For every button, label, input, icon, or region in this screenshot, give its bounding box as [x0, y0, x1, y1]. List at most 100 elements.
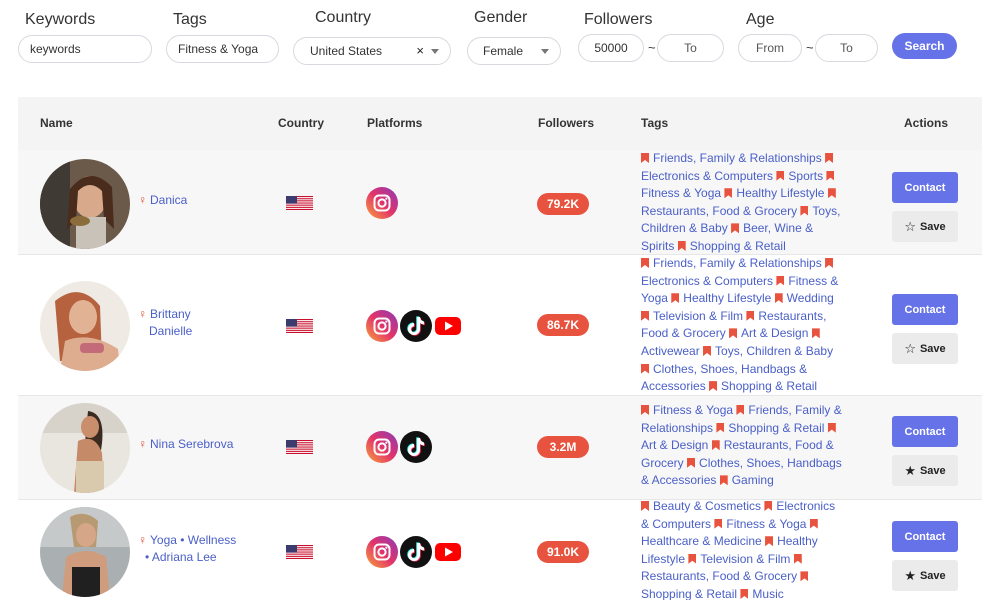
- header-followers: Followers: [538, 116, 595, 130]
- tiktok-icon[interactable]: [400, 536, 432, 568]
- star-filled-icon: ★: [904, 463, 916, 478]
- tiktok-icon[interactable]: [400, 310, 432, 342]
- female-icon: ♀: [138, 533, 147, 547]
- contact-button[interactable]: Contact: [892, 416, 958, 447]
- age-from-placeholder: From: [756, 41, 784, 55]
- us-flag-icon: [286, 319, 313, 333]
- tag-link[interactable]: Wedding: [774, 291, 834, 305]
- instagram-icon[interactable]: [366, 310, 398, 342]
- age-to-placeholder: To: [840, 41, 853, 55]
- avatar[interactable]: [40, 403, 130, 493]
- female-icon: ♀: [138, 193, 147, 207]
- followers-range-separator: ~: [648, 40, 656, 55]
- tag-link[interactable]: Shopping & Retail: [709, 379, 817, 393]
- tag-link[interactable]: Healthy Lifestyle: [671, 291, 771, 305]
- followers-to-input[interactable]: To: [657, 34, 724, 62]
- bookmark-icon: [729, 328, 738, 339]
- table-row: ♀ Brittany Danielle 86.7K Friends, Family…: [18, 255, 982, 396]
- influencer-name[interactable]: ♀ Brittany Danielle: [138, 306, 192, 340]
- chevron-down-icon: [431, 49, 439, 54]
- tags-input-value: Fitness & Yoga: [178, 42, 259, 56]
- contact-button[interactable]: Contact: [892, 294, 958, 325]
- tag-link[interactable]: Healthy Lifestyle: [724, 186, 824, 200]
- bookmark-icon: [703, 345, 712, 356]
- avatar[interactable]: [40, 507, 130, 597]
- gender-label: Gender: [474, 9, 528, 26]
- followers-from-input[interactable]: 50000: [578, 34, 644, 62]
- influencer-name[interactable]: ♀ Yoga • Wellness • Adriana Lee: [138, 532, 236, 566]
- instagram-icon[interactable]: [366, 431, 398, 463]
- followers-label: Followers: [584, 11, 653, 28]
- tag-link[interactable]: Art & Design: [729, 326, 808, 340]
- contact-button[interactable]: Contact: [892, 521, 958, 552]
- tag-link[interactable]: Toys, Children & Baby: [703, 344, 833, 358]
- bookmark-icon: [714, 518, 723, 529]
- save-button[interactable]: ☆ Save: [892, 333, 958, 364]
- age-from-input[interactable]: From: [738, 34, 802, 62]
- tag-link[interactable]: Fitness & Yoga: [714, 517, 806, 531]
- keywords-input-value: keywords: [30, 42, 81, 56]
- bookmark-icon: [687, 457, 696, 468]
- bookmark-icon: [811, 328, 820, 339]
- tiktok-icon[interactable]: [400, 431, 432, 463]
- tag-link[interactable]: Music: [740, 587, 784, 600]
- bookmark-icon: [719, 475, 728, 486]
- save-button[interactable]: ★ Save: [892, 455, 958, 486]
- keywords-input[interactable]: keywords: [18, 35, 152, 63]
- tag-link[interactable]: Friends, Family & Relationships: [641, 151, 822, 165]
- bookmark-icon: [740, 588, 749, 599]
- female-icon: ♀: [138, 437, 147, 451]
- avatar[interactable]: [40, 281, 130, 371]
- bookmark-icon: [731, 223, 740, 234]
- bookmark-icon: [776, 275, 785, 286]
- followers-badge: 79.2K: [537, 193, 589, 215]
- tag-link[interactable]: Shopping & Retail: [716, 421, 824, 435]
- influencer-name[interactable]: ♀ Danica: [138, 192, 187, 209]
- tag-link[interactable]: Shopping & Retail: [677, 239, 786, 253]
- platform-list: [366, 536, 462, 568]
- clear-icon[interactable]: ×: [416, 43, 424, 58]
- tags-input[interactable]: Fitness & Yoga: [166, 35, 279, 63]
- followers-to-placeholder: To: [684, 41, 697, 55]
- header-name: Name: [40, 116, 73, 130]
- tag-link[interactable]: Gaming: [719, 473, 774, 487]
- filter-bar: Keywords keywords Tags Fitness & Yoga Co…: [0, 0, 1000, 90]
- save-button[interactable]: ☆ Save: [892, 211, 958, 242]
- bookmark-icon: [641, 153, 649, 163]
- tag-link[interactable]: Television & Film: [688, 552, 790, 566]
- table-row: ♀ Yoga • Wellness • Adriana Lee 91.0K Bea…: [18, 499, 982, 600]
- bookmark-icon: [746, 310, 755, 321]
- gender-select[interactable]: Female: [467, 37, 561, 65]
- bookmark-icon: [711, 440, 720, 451]
- contact-button[interactable]: Contact: [892, 172, 958, 203]
- bookmark-icon: [677, 240, 686, 251]
- age-to-input[interactable]: To: [815, 34, 878, 62]
- female-icon: ♀: [138, 307, 147, 321]
- instagram-icon[interactable]: [366, 187, 398, 219]
- followers-from-value: 50000: [594, 41, 628, 55]
- platform-list: [366, 187, 398, 219]
- age-label: Age: [746, 11, 775, 28]
- platform-list: [366, 310, 462, 342]
- country-select[interactable]: United States ×: [293, 37, 451, 65]
- tag-link[interactable]: Sports: [776, 169, 823, 183]
- table-header: Name Country Platforms Followers Tags Ac…: [18, 97, 982, 150]
- us-flag-icon: [286, 440, 313, 454]
- header-actions: Actions: [904, 116, 949, 130]
- tag-link[interactable]: Friends, Family & Relationships: [641, 256, 822, 270]
- platform-list: [366, 431, 432, 463]
- save-button[interactable]: ★ Save: [892, 560, 958, 591]
- youtube-icon[interactable]: [434, 542, 462, 562]
- youtube-icon[interactable]: [434, 316, 462, 336]
- search-button[interactable]: Search: [892, 33, 957, 59]
- star-outline-icon: ☆: [904, 219, 916, 234]
- avatar[interactable]: [40, 159, 130, 249]
- tag-link[interactable]: Television & Film: [641, 309, 743, 323]
- bookmark-icon: [774, 293, 783, 304]
- instagram-icon[interactable]: [366, 536, 398, 568]
- table-row: ♀ Nina Serebrova 3.2M Fitness & Yoga Frie…: [18, 396, 982, 500]
- influencer-name[interactable]: ♀ Nina Serebrova: [138, 436, 233, 453]
- tag-link[interactable]: Fitness & Yoga: [641, 403, 733, 417]
- bookmark-icon: [709, 381, 718, 392]
- tag-link[interactable]: Beauty & Cosmetics: [641, 499, 761, 513]
